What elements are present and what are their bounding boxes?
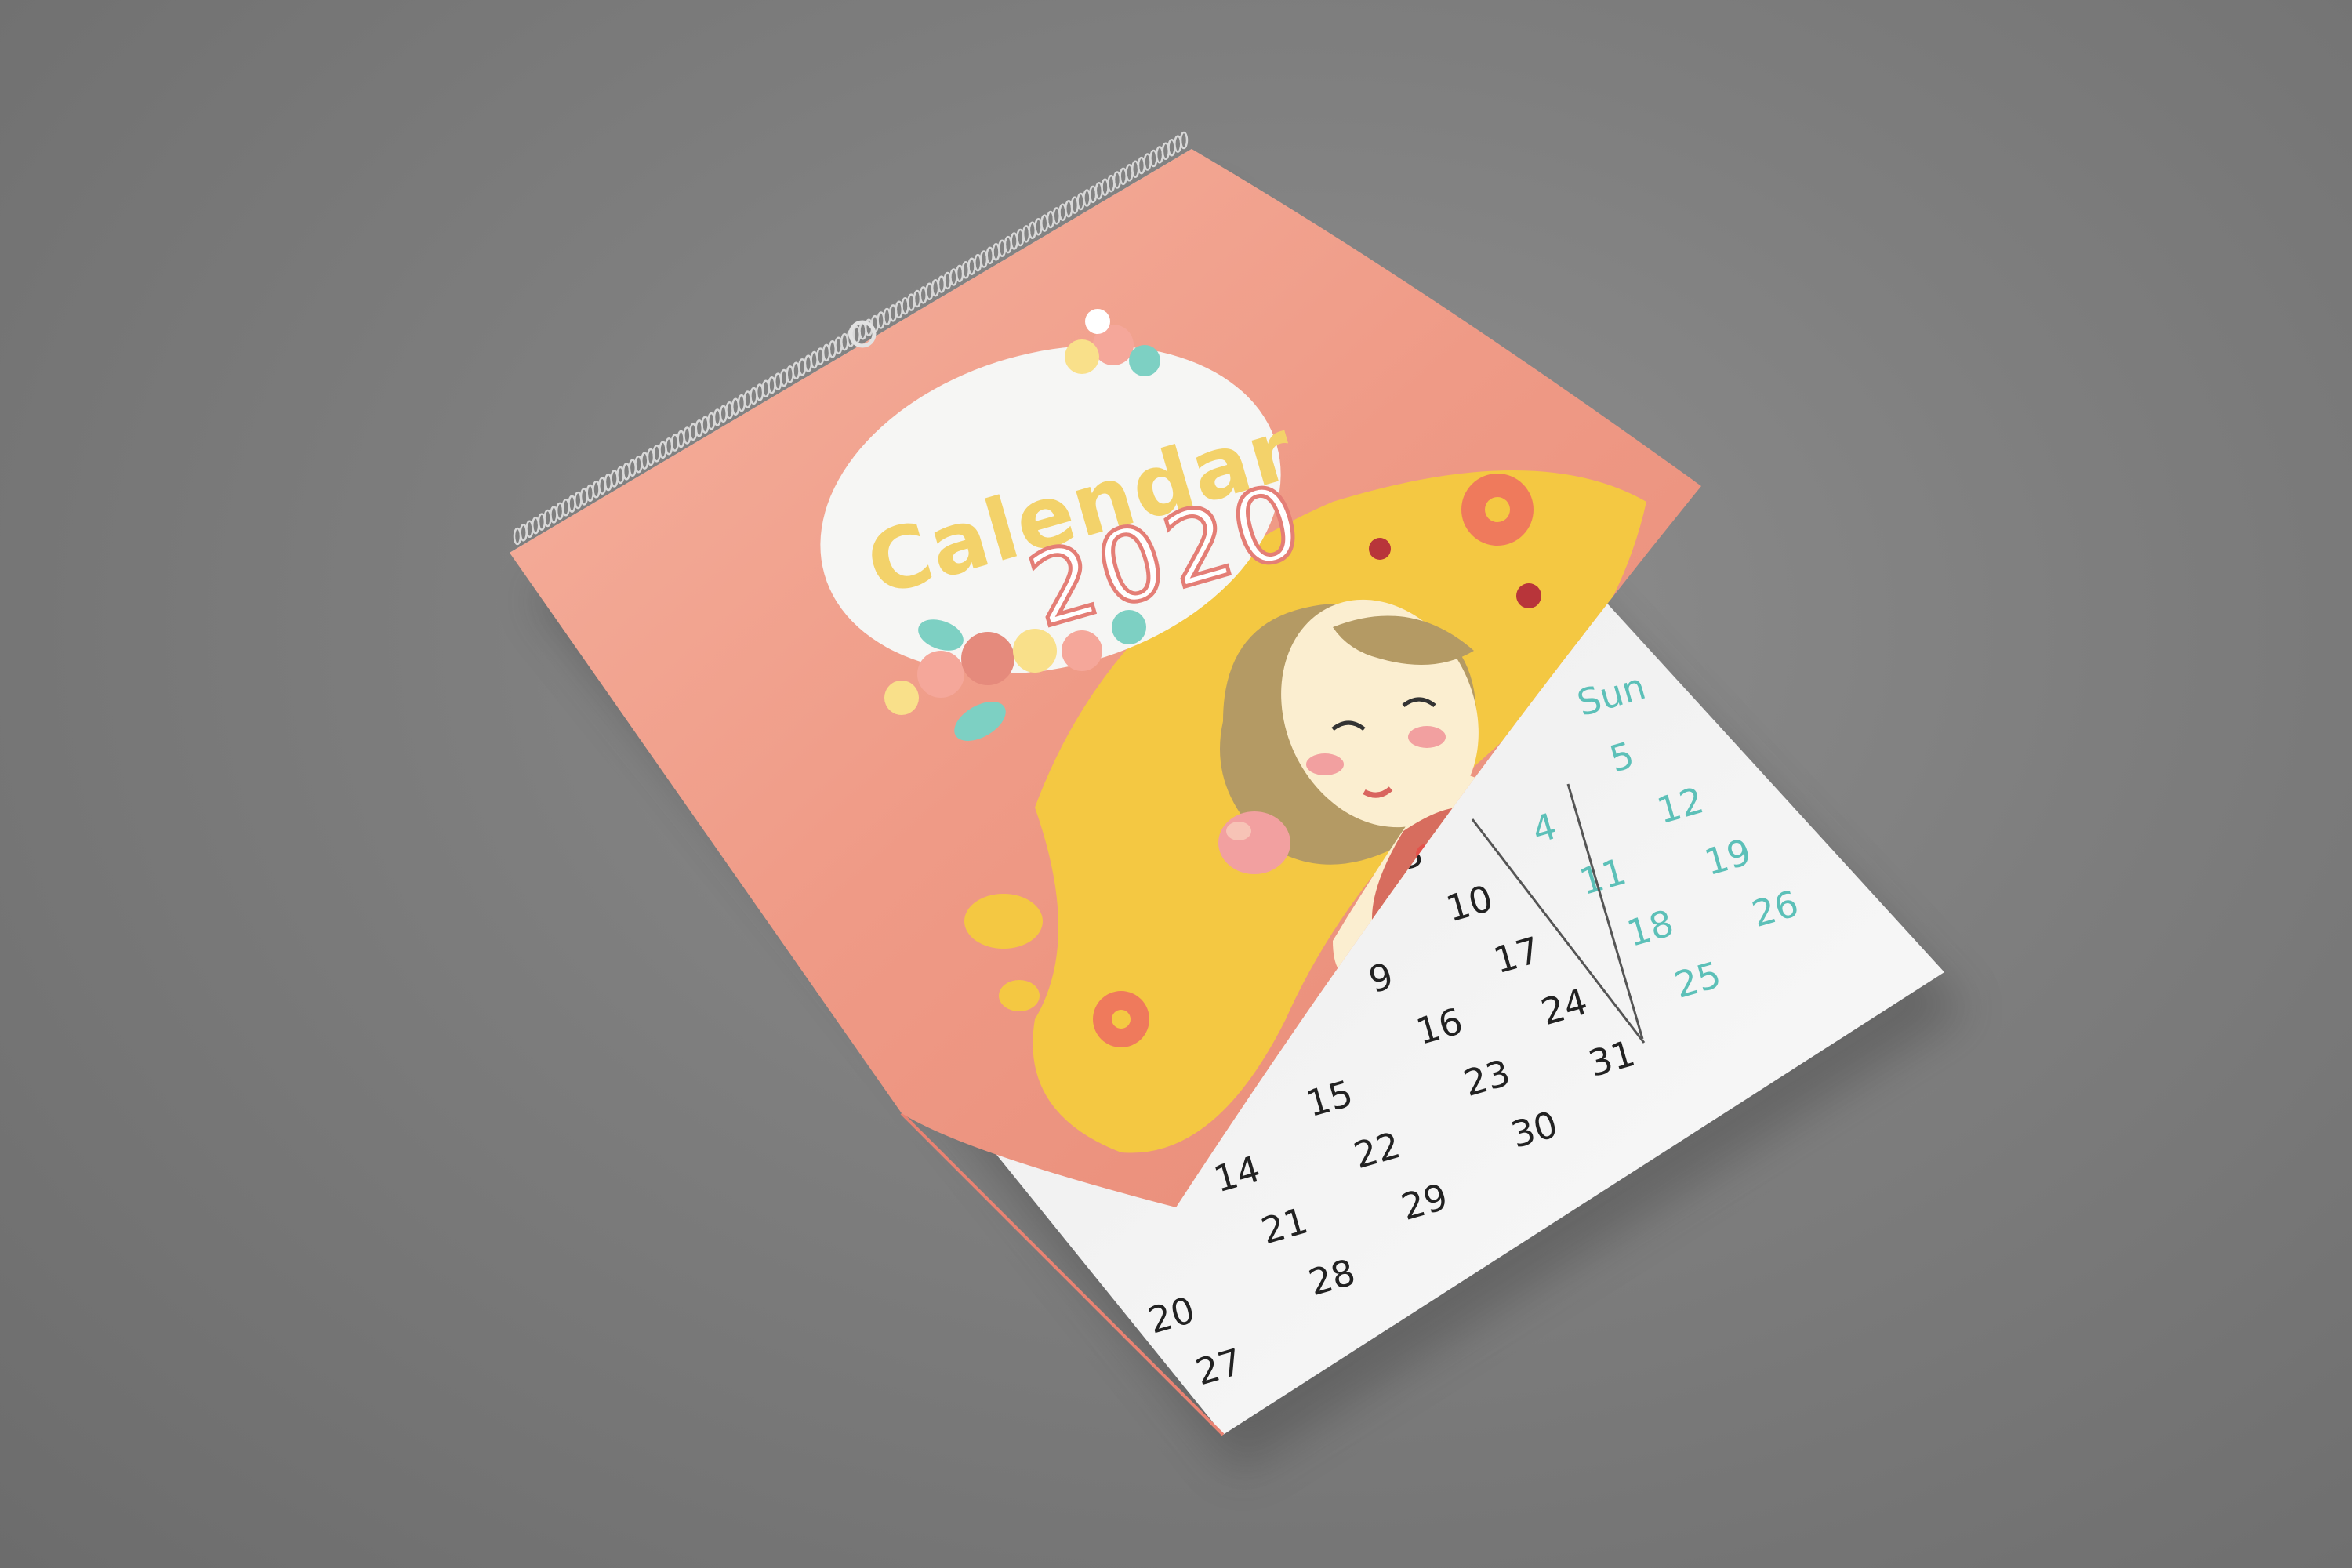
calendar-mockup-scene: Sun 5 12 19 26 4 11 18 25 3 10 17 24 31 … bbox=[0, 0, 2352, 1568]
yellow-dot-small bbox=[999, 980, 1040, 1011]
calendar-illustration: Sun 5 12 19 26 4 11 18 25 3 10 17 24 31 … bbox=[510, 131, 1968, 1474]
yellow-dot bbox=[964, 894, 1043, 949]
flower-left-bottom bbox=[1093, 991, 1149, 1047]
spiral-coil bbox=[1179, 131, 1189, 150]
